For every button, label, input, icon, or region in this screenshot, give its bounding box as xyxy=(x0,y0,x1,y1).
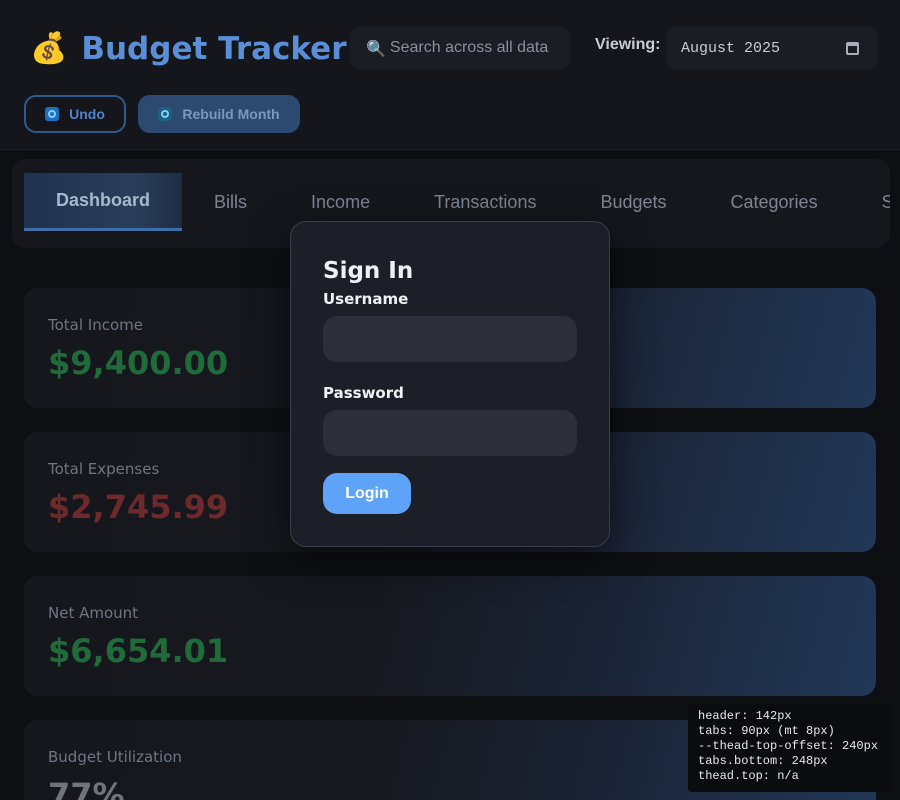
brand: 💰 Budget Tracker xyxy=(30,30,347,68)
password-label: Password xyxy=(323,384,404,402)
summary-card-net: Net Amount $6,654.01 xyxy=(24,576,876,696)
undo-label: Undo xyxy=(69,106,105,122)
tab-dashboard[interactable]: Dashboard xyxy=(24,173,183,231)
month-picker[interactable]: August 2025 xyxy=(667,27,877,69)
card-label: Budget Utilization xyxy=(48,748,182,766)
card-label: Net Amount xyxy=(48,604,139,622)
viewing-label: Viewing: xyxy=(595,36,661,53)
app-title: Budget Tracker xyxy=(81,31,347,67)
card-value: $2,745.99 xyxy=(48,488,229,526)
debug-line: header: 142px xyxy=(698,709,792,723)
login-button[interactable]: Login xyxy=(323,473,411,514)
search-box[interactable]: 🔍 xyxy=(350,27,570,69)
card-value: $9,400.00 xyxy=(48,344,229,382)
debug-overlay: header: 142px tabs: 90px (mt 8px) --thea… xyxy=(688,704,891,792)
undo-button[interactable]: Undo xyxy=(24,95,126,133)
tab-settings[interactable]: Settings xyxy=(850,173,890,231)
tab-bills[interactable]: Bills xyxy=(182,173,279,231)
username-field[interactable] xyxy=(323,316,577,362)
debug-line: thead.top: n/a xyxy=(698,769,799,783)
card-label: Total Income xyxy=(48,316,143,334)
debug-line: tabs: 90px (mt 8px) xyxy=(698,724,835,738)
rebuild-month-button[interactable]: Rebuild Month xyxy=(138,95,300,133)
refresh-icon xyxy=(158,107,173,121)
money-bag-icon: 💰 xyxy=(30,31,68,66)
tab-categories[interactable]: Categories xyxy=(699,173,850,231)
debug-line: tabs.bottom: 248px xyxy=(698,754,828,768)
sign-in-modal: Sign In Username Password Login xyxy=(290,221,610,547)
search-icon: 🔍 xyxy=(366,38,386,58)
debug-line: --thead-top-offset: 240px xyxy=(698,739,879,753)
calendar-icon[interactable] xyxy=(846,41,859,55)
rebuild-month-label: Rebuild Month xyxy=(182,106,280,122)
card-label: Total Expenses xyxy=(48,460,160,478)
modal-title: Sign In xyxy=(323,258,414,284)
month-value[interactable]: August 2025 xyxy=(681,40,780,57)
undo-icon xyxy=(45,107,60,121)
password-field[interactable] xyxy=(323,410,577,456)
card-value: 77% xyxy=(48,776,125,800)
header: 💰 Budget Tracker 🔍 Viewing: August 2025 … xyxy=(0,0,900,150)
search-input[interactable] xyxy=(389,39,560,57)
card-value: $6,654.01 xyxy=(48,632,229,670)
username-label: Username xyxy=(323,290,409,308)
app-root: 💰 Budget Tracker 🔍 Viewing: August 2025 … xyxy=(0,0,900,800)
